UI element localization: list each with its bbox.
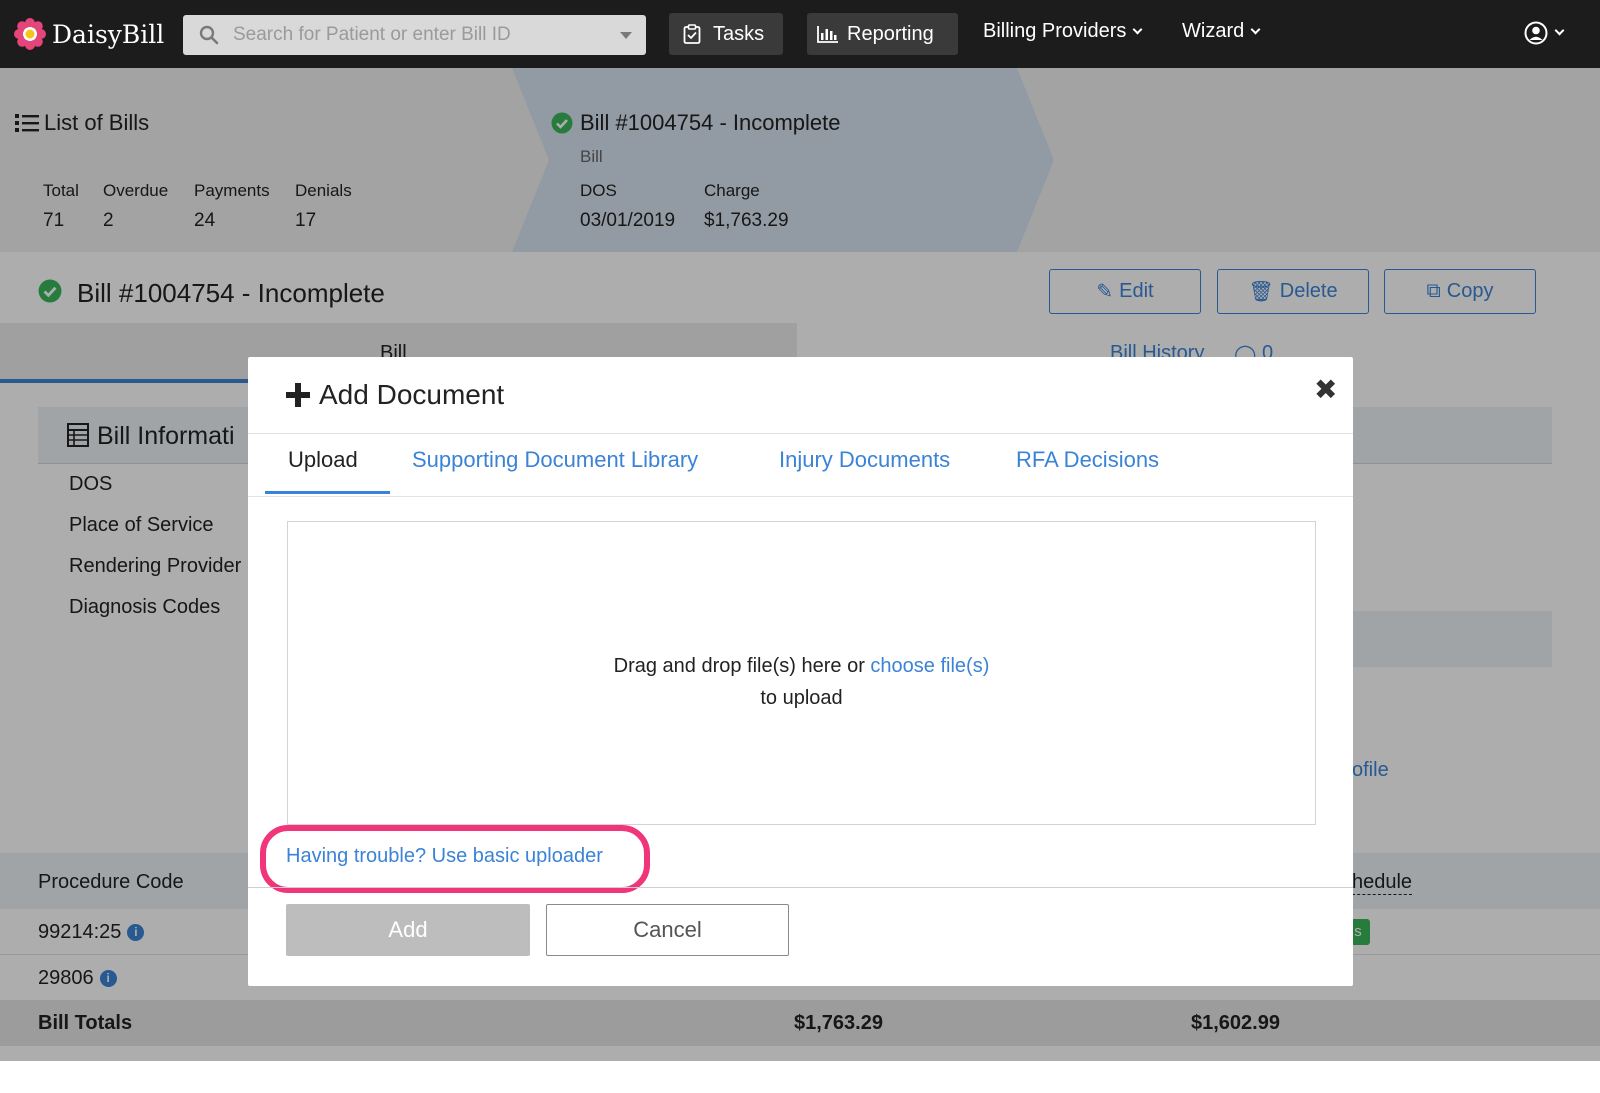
search-dropdown-caret-icon[interactable]	[620, 31, 632, 39]
modal-title: Add Document	[286, 379, 504, 411]
tasks-button[interactable]: Tasks	[669, 13, 783, 55]
add-document-modal: Add Document ✖ Upload Supporting Documen…	[248, 357, 1353, 986]
top-navbar: DaisyBill Search for Patient or enter Bi…	[0, 0, 1600, 68]
active-tab-underline	[265, 491, 390, 494]
modal-header-divider	[248, 433, 1353, 434]
clipboard-check-icon	[683, 24, 701, 44]
drop-instruction-suffix: to upload	[760, 687, 843, 709]
tab-injury-documents[interactable]: Injury Documents	[779, 447, 950, 487]
logo-text: DaisyBill	[52, 19, 165, 49]
basic-uploader-link[interactable]: Having trouble? Use basic uploader	[286, 845, 603, 868]
billing-providers-label: Billing Providers	[983, 20, 1127, 42]
wizard-label: Wizard	[1182, 20, 1245, 42]
dropzone-text: Drag and drop file(s) here or choose fil…	[288, 650, 1315, 714]
tab-supporting-document-library[interactable]: Supporting Document Library	[412, 447, 698, 487]
add-button[interactable]: Add	[286, 904, 530, 956]
bar-chart-icon	[817, 26, 838, 43]
choose-files-link[interactable]: choose file(s)	[870, 655, 989, 677]
tab-upload[interactable]: Upload	[288, 447, 358, 487]
wizard-menu[interactable]: Wizard	[1182, 20, 1261, 43]
search-icon	[199, 25, 219, 45]
tasks-label: Tasks	[713, 22, 765, 45]
footer-divider	[248, 887, 1353, 888]
close-icon[interactable]: ✖	[1314, 373, 1337, 406]
reporting-label: Reporting	[847, 22, 934, 45]
file-dropzone[interactable]: Drag and drop file(s) here or choose fil…	[287, 521, 1316, 825]
user-circle-icon	[1524, 21, 1548, 45]
billing-providers-menu[interactable]: Billing Providers	[983, 20, 1143, 43]
reporting-button[interactable]: Reporting	[807, 13, 958, 55]
daisybill-logo[interactable]: DaisyBill	[14, 18, 164, 50]
tab-rfa-decisions[interactable]: RFA Decisions	[1016, 447, 1159, 487]
cancel-button[interactable]: Cancel	[546, 904, 789, 956]
drop-instruction: Drag and drop file(s) here or	[613, 655, 865, 677]
chevron-down-icon	[1132, 24, 1143, 34]
modal-title-text: Add Document	[319, 379, 505, 410]
daisy-icon	[14, 18, 46, 50]
search-placeholder: Search for Patient or enter Bill ID	[233, 24, 511, 45]
search-input[interactable]: Search for Patient or enter Bill ID	[183, 15, 646, 55]
user-menu[interactable]	[1524, 21, 1565, 45]
tabs-divider	[248, 496, 1353, 497]
plus-icon	[286, 383, 310, 407]
chevron-down-icon	[1250, 24, 1261, 34]
chevron-down-icon	[1554, 25, 1565, 36]
